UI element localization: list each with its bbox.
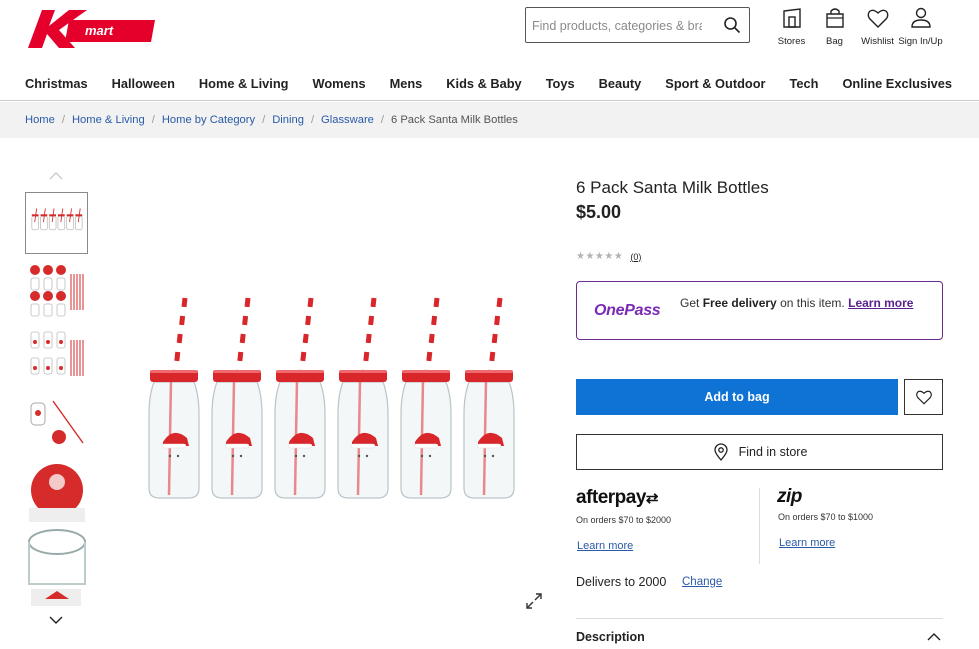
stores-label: Stores: [777, 36, 806, 47]
thumbnail-image: [31, 589, 81, 606]
breadcrumb-separator: /: [151, 114, 155, 126]
sign-in-label: Sign In/Up: [898, 36, 943, 47]
review-count-link[interactable]: (0): [630, 252, 641, 262]
milk-bottle: [463, 297, 515, 499]
stores-button[interactable]: Stores: [770, 6, 813, 51]
milk-bottle: [211, 297, 263, 499]
milk-bottle: [148, 297, 200, 499]
delivery-location: Delivers to 2000: [576, 575, 667, 589]
thumbnail-3[interactable]: [25, 326, 88, 388]
thumbnail-image: [30, 265, 84, 317]
thumbnail-image: [29, 464, 85, 522]
zip-learn-more-link[interactable]: Learn more: [779, 537, 835, 549]
divider: [576, 618, 943, 619]
onepass-banner: OnePass Get Free delivery on this item. …: [576, 281, 943, 340]
onepass-logo: OnePass: [594, 302, 661, 319]
expand-icon[interactable]: [524, 591, 544, 611]
breadcrumb-separator: /: [61, 114, 65, 126]
milk-bottle: [400, 297, 452, 499]
afterpay-range: On orders $70 to $2000: [576, 515, 672, 525]
nav-home-living[interactable]: Home & Living: [199, 76, 289, 91]
find-in-store-button[interactable]: Find in store: [576, 434, 943, 470]
nav-mens[interactable]: Mens: [390, 76, 423, 91]
breadcrumb-home-living[interactable]: Home & Living: [72, 114, 145, 126]
zip-logo: zip: [777, 486, 802, 507]
onepass-text-bold: Free delivery: [702, 296, 777, 310]
chevron-down-icon[interactable]: [48, 614, 64, 626]
search-icon[interactable]: [723, 16, 741, 34]
add-to-wishlist-button[interactable]: [904, 379, 943, 415]
zip-range: On orders $70 to $1000: [778, 512, 874, 522]
add-to-bag-button[interactable]: Add to bag: [576, 379, 898, 415]
milk-bottle: [337, 297, 389, 499]
find-in-store-label: Find in store: [738, 445, 808, 459]
change-postcode-link[interactable]: Change: [682, 576, 722, 588]
location-pin-icon: [713, 443, 728, 461]
thumbnail-image: [28, 529, 86, 585]
product-title: 6 Pack Santa Milk Bottles: [576, 178, 769, 197]
nav-womens[interactable]: Womens: [312, 76, 365, 91]
sign-in-button[interactable]: Sign In/Up: [898, 6, 943, 51]
description-toggle[interactable]: Description: [576, 630, 645, 644]
search-input[interactable]: [532, 16, 702, 36]
search-box[interactable]: [525, 7, 750, 43]
heart-icon: [867, 9, 888, 28]
afterpay-logo-text: afterpay: [576, 487, 646, 508]
nav-tech[interactable]: Tech: [790, 76, 819, 91]
wishlist-label: Wishlist: [861, 36, 894, 47]
star-rating-icon: ★★★★★: [576, 251, 624, 262]
breadcrumb-dining[interactable]: Dining: [272, 114, 304, 126]
user-icon: [910, 7, 931, 28]
heart-icon: [915, 390, 932, 405]
payment-divider: [759, 488, 760, 564]
nav-beauty[interactable]: Beauty: [599, 76, 642, 91]
breadcrumb: Home / Home & Living / Home by Category / D…: [0, 102, 979, 138]
main-nav: Christmas Halloween Home & Living Womens…: [25, 76, 976, 91]
nav-toys[interactable]: Toys: [546, 76, 575, 91]
breadcrumb-home-by-category[interactable]: Home by Category: [162, 114, 255, 126]
bag-button[interactable]: Bag: [813, 6, 856, 51]
onepass-text-before: Get: [680, 296, 703, 310]
site-header: mart Stores Bag Wi: [0, 0, 979, 101]
nav-online-exclusives[interactable]: Online Exclusives: [842, 76, 952, 91]
breadcrumb-separator: /: [262, 114, 266, 126]
milk-bottle: [274, 297, 326, 499]
afterpay-learn-more-link[interactable]: Learn more: [577, 540, 633, 552]
thumbnail-2[interactable]: [25, 260, 88, 322]
header-actions: Stores Bag Wishlist Sign In/Up: [770, 6, 943, 51]
nav-sport-outdoor[interactable]: Sport & Outdoor: [665, 76, 765, 91]
bag-icon: [825, 8, 844, 28]
breadcrumb-separator: /: [380, 114, 385, 126]
bag-label: Bag: [826, 36, 843, 47]
onepass-text: Get Free delivery on this item. Learn mo…: [680, 296, 930, 310]
breadcrumb-home[interactable]: Home: [25, 114, 55, 126]
breadcrumb-separator: /: [310, 114, 315, 126]
thumbnail-6[interactable]: [25, 526, 88, 588]
nav-halloween[interactable]: Halloween: [112, 76, 175, 91]
breadcrumb-glassware[interactable]: Glassware: [321, 114, 374, 126]
thumbnail-image: [30, 400, 84, 444]
rating: ★★★★★ (0): [576, 251, 641, 262]
store-icon: [782, 8, 801, 28]
kmart-logo[interactable]: mart: [25, 6, 160, 48]
onepass-text-after: on this item.: [776, 296, 849, 310]
thumbnail-image: [30, 331, 84, 376]
thumbnail-7[interactable]: [25, 589, 88, 606]
afterpay-logo: afterpay⇄: [576, 487, 659, 509]
nav-kids-baby[interactable]: Kids & Baby: [446, 76, 521, 91]
chevron-up-icon[interactable]: [48, 170, 64, 182]
nav-christmas[interactable]: Christmas: [25, 76, 88, 91]
onepass-learn-more-link[interactable]: Learn more: [848, 296, 913, 310]
thumbnail-5[interactable]: [25, 460, 88, 522]
chevron-up-icon[interactable]: [926, 632, 942, 642]
thumbnail-4[interactable]: [25, 393, 88, 455]
logo-text: mart: [85, 23, 114, 38]
afterpay-arrows-icon: ⇄: [645, 490, 659, 507]
thumbnail-image: [31, 208, 83, 231]
product-main-image[interactable]: [135, 290, 530, 505]
thumbnail-1[interactable]: [25, 192, 88, 254]
wishlist-button[interactable]: Wishlist: [856, 6, 899, 51]
product-price: $5.00: [576, 202, 622, 222]
breadcrumb-current: 6 Pack Santa Milk Bottles: [391, 114, 518, 126]
